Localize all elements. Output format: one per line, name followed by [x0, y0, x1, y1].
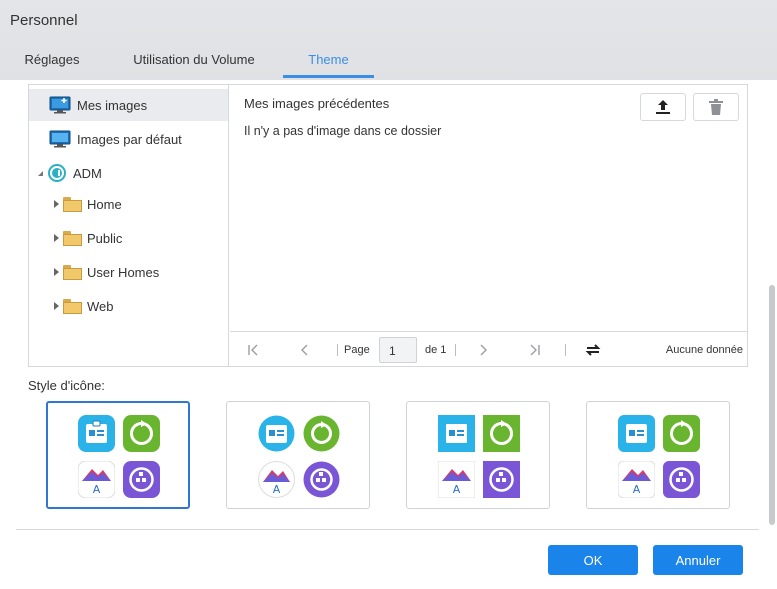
tree-item-adm[interactable]: ADM	[29, 157, 228, 189]
apps-grid-app-icon	[483, 461, 520, 498]
upload-button[interactable]	[640, 93, 686, 121]
icon-style-option-3[interactable]: A	[406, 401, 550, 509]
tab-reglages[interactable]: Réglages	[18, 44, 86, 80]
window-title: Personnel	[10, 12, 78, 29]
id-card-app-icon	[78, 415, 115, 452]
expand-arrow-icon[interactable]	[54, 302, 59, 310]
page-number-input[interactable]: 1	[379, 337, 417, 363]
tree-item-mes-images[interactable]: Mes images	[29, 89, 228, 121]
chevron-right-icon	[480, 344, 487, 355]
id-card-app-icon	[258, 415, 295, 452]
tree-item-label: Web	[87, 298, 114, 314]
tree-item-label: Images par défaut	[77, 131, 182, 147]
refresh-arrows-icon	[585, 343, 601, 356]
tree-item-label: User Homes	[87, 264, 160, 280]
tab-utilisation-volume[interactable]: Utilisation du Volume	[128, 44, 260, 80]
mountain-app-icon: A	[618, 461, 655, 498]
tree-item-label: Public	[87, 230, 123, 246]
icon-style-preview: A	[78, 415, 160, 499]
pagination-bar: Page 1 de 1 Aucune donnée	[230, 331, 747, 366]
ok-button[interactable]: OK	[548, 545, 638, 575]
footer-divider	[16, 529, 759, 530]
image-browser-panel: Mes images Images par défaut ADM Home Pu…	[28, 84, 748, 367]
sync-app-icon	[123, 415, 160, 452]
icon-style-option-1[interactable]: A	[46, 401, 190, 509]
cancel-button[interactable]: Annuler	[653, 545, 743, 575]
tree-item-label: ADM	[73, 165, 102, 181]
sync-app-icon	[483, 415, 520, 452]
svg-text:A: A	[93, 483, 101, 496]
expand-arrow-icon[interactable]	[54, 268, 59, 276]
svg-text:A: A	[453, 483, 461, 496]
icon-style-option-2[interactable]: A	[226, 401, 370, 509]
tree-item-web[interactable]: Web	[29, 290, 228, 322]
first-page-button[interactable]	[242, 332, 264, 367]
tree-item-label: Home	[87, 196, 122, 212]
pager-separator	[455, 344, 456, 356]
mountain-app-icon: A	[438, 461, 475, 498]
id-card-app-icon	[618, 415, 655, 452]
section-heading: Mes images précédentes	[244, 96, 390, 111]
adm-logo-icon	[47, 163, 67, 183]
collapse-arrow-icon[interactable]	[38, 170, 43, 176]
sync-app-icon	[303, 415, 340, 452]
monitor-icon	[49, 130, 71, 148]
svg-text:A: A	[633, 483, 641, 496]
folder-icon	[63, 264, 82, 280]
pager-separator	[337, 344, 338, 356]
apps-grid-app-icon	[303, 461, 340, 498]
first-page-icon	[248, 344, 258, 355]
folder-icon	[63, 230, 82, 246]
folder-icon	[63, 196, 82, 212]
last-page-button[interactable]	[524, 332, 546, 367]
mountain-app-icon: A	[258, 461, 295, 498]
expand-arrow-icon[interactable]	[54, 200, 59, 208]
chevron-left-icon	[301, 344, 308, 355]
expand-arrow-icon[interactable]	[54, 234, 59, 242]
tree-item-public[interactable]: Public	[29, 222, 228, 254]
tree-item-home[interactable]: Home	[29, 188, 228, 220]
previous-page-button[interactable]	[294, 332, 316, 367]
last-page-icon	[530, 344, 540, 355]
tree-item-user-homes[interactable]: User Homes	[29, 256, 228, 288]
no-data-status: Aucune donnée	[665, 343, 743, 356]
icon-style-preview: A	[618, 415, 700, 499]
apps-grid-app-icon	[123, 461, 160, 498]
next-page-button[interactable]	[472, 332, 494, 367]
icon-style-preview: A	[438, 415, 520, 499]
active-tab-indicator	[283, 75, 374, 78]
tree-item-label: Mes images	[77, 97, 148, 113]
icon-style-label: Style d'icône:	[28, 378, 105, 393]
folder-tree: Mes images Images par défaut ADM Home Pu…	[29, 85, 229, 366]
vertical-scrollbar[interactable]	[769, 285, 775, 525]
monitor-plus-icon	[49, 96, 71, 114]
empty-folder-message: Il n'y a pas d'image dans ce dossier	[244, 124, 442, 138]
icon-style-option-4[interactable]: A	[586, 401, 730, 509]
page-total-label: de 1	[425, 343, 447, 356]
trash-icon	[708, 98, 724, 116]
upload-icon	[654, 98, 672, 116]
page-label: Page	[344, 343, 370, 356]
mountain-app-icon: A	[78, 461, 115, 498]
apps-grid-app-icon	[663, 461, 700, 498]
svg-text:A: A	[273, 483, 281, 496]
tab-bar: Réglages Utilisation du Volume Theme	[0, 44, 777, 80]
id-card-app-icon	[438, 415, 475, 452]
pager-separator	[565, 344, 566, 356]
title-bar: Personnel Réglages Utilisation du Volume…	[0, 0, 777, 80]
tree-item-images-par-defaut[interactable]: Images par défaut	[29, 123, 228, 155]
folder-icon	[63, 298, 82, 314]
image-list-area: Mes images précédentes Il n'y a pas d'im…	[230, 85, 747, 366]
delete-button[interactable]	[693, 93, 739, 121]
refresh-button[interactable]	[582, 332, 604, 367]
icon-style-preview: A	[258, 415, 340, 499]
sync-app-icon	[663, 415, 700, 452]
